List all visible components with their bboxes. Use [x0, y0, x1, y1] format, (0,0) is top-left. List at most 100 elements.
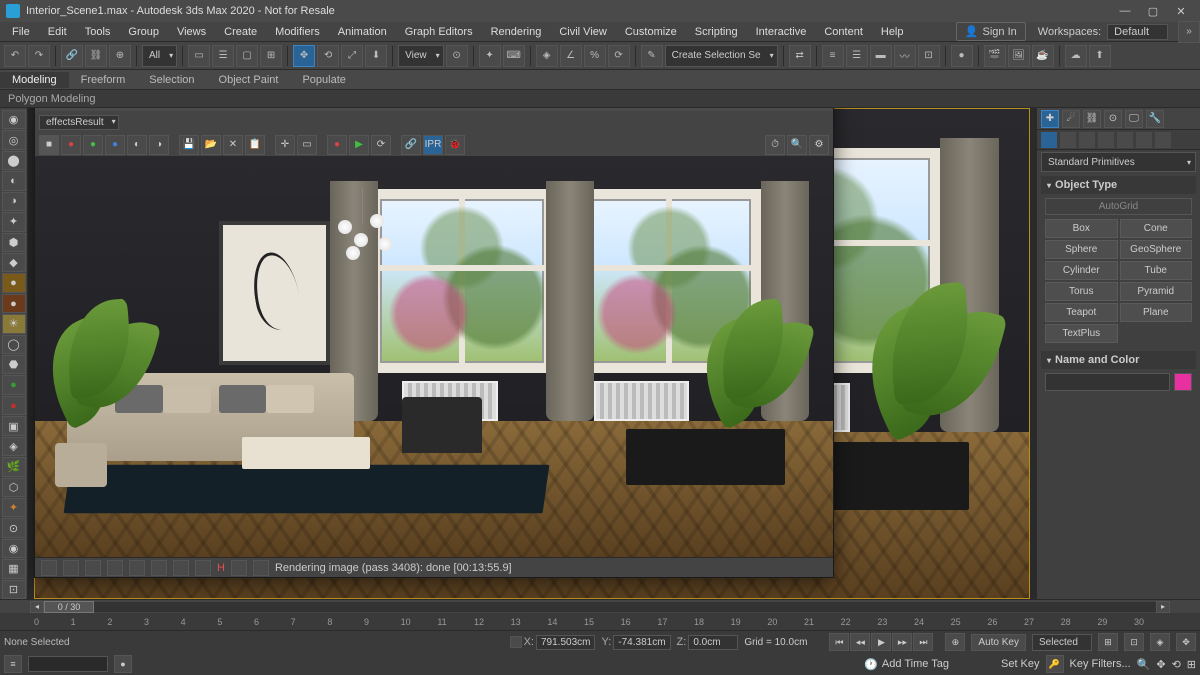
lt-08[interactable]: ◆ [2, 253, 26, 272]
subtab-cameras-icon[interactable] [1098, 132, 1114, 148]
lt-21[interactable]: ⊙ [2, 518, 26, 537]
vfb-render-view[interactable] [35, 157, 833, 557]
vfb-sb-10[interactable] [253, 560, 269, 576]
object-color-swatch[interactable] [1174, 373, 1192, 391]
vfb-sb-6[interactable] [151, 560, 167, 576]
vfb-green-button[interactable]: ● [83, 135, 103, 155]
nav-6[interactable]: ✥ [1156, 658, 1165, 671]
ref-coord-system[interactable]: View [398, 45, 444, 67]
menu-modifiers[interactable]: Modifiers [267, 24, 328, 40]
select-name-button[interactable]: ☰ [212, 45, 234, 67]
time-next-button[interactable]: ▸ [1156, 601, 1170, 613]
vfb-sb-2[interactable] [63, 560, 79, 576]
nav-3[interactable]: ◈ [1150, 633, 1170, 651]
autokey-button[interactable]: Auto Key [971, 634, 1026, 651]
lt-01[interactable]: ◉ [2, 110, 26, 129]
keyfilters-button[interactable]: Key Filters... [1070, 658, 1131, 670]
lt-12[interactable]: ◯ [2, 335, 26, 354]
vfb-blue-button[interactable]: ● [105, 135, 125, 155]
vfb-copy-button[interactable]: 📋 [245, 135, 265, 155]
vfb-ipr-button[interactable]: IPR [423, 135, 443, 155]
vfb-link-button[interactable]: 🔗 [401, 135, 421, 155]
setkey-button[interactable]: Set Key [1001, 658, 1040, 670]
tab-modeling[interactable]: Modeling [0, 72, 69, 88]
vfb-clear-button[interactable]: ✕ [223, 135, 243, 155]
render-prod-button[interactable]: ☕ [1032, 45, 1054, 67]
object-name-input[interactable] [1045, 373, 1170, 391]
vfb-sb-3[interactable] [85, 560, 101, 576]
select-scale-button[interactable]: ⤢ [341, 45, 363, 67]
primitive-teapot[interactable]: Teapot [1045, 303, 1118, 322]
lt-24[interactable]: ⊡ [2, 580, 26, 599]
time-ruler[interactable]: 0123456789101112131415161718192021222324… [0, 613, 1200, 631]
window-crossing-button[interactable]: ⊞ [260, 45, 282, 67]
macro-rec-button[interactable]: ● [114, 655, 132, 673]
nav-4[interactable]: ✥ [1176, 633, 1196, 651]
vfb-load-button[interactable]: 📂 [201, 135, 221, 155]
menu-scripting[interactable]: Scripting [687, 24, 746, 40]
lt-18[interactable]: 🌿 [2, 457, 26, 476]
primitive-plane[interactable]: Plane [1120, 303, 1193, 322]
subtab-helpers-icon[interactable] [1117, 132, 1133, 148]
prev-frame-button[interactable]: ◂◂ [850, 633, 870, 651]
lt-05[interactable]: ◑ [2, 192, 26, 211]
open-a360-button[interactable]: ⬆ [1089, 45, 1111, 67]
time-slider-track[interactable]: 0 / 30 [44, 602, 1156, 612]
selection-filter[interactable]: All [142, 45, 177, 67]
vfb-sb-1[interactable] [41, 560, 57, 576]
goto-start-button[interactable]: ⏮ [829, 633, 849, 651]
primitive-geosphere[interactable]: GeoSphere [1120, 240, 1193, 259]
subtab-shapes-icon[interactable] [1060, 132, 1076, 148]
primitive-pyramid[interactable]: Pyramid [1120, 282, 1193, 301]
tab-create-icon[interactable]: ✚ [1041, 110, 1059, 128]
coord-lock-x[interactable] [510, 636, 522, 648]
vfb-sb-4[interactable] [107, 560, 123, 576]
rendered-frame-button[interactable]: 🖼 [1008, 45, 1030, 67]
maxscript-icon[interactable]: ≡ [4, 655, 22, 673]
nav-1[interactable]: ⊞ [1098, 633, 1118, 651]
vfb-render-button[interactable]: ▶ [349, 135, 369, 155]
next-frame-button[interactable]: ▸▸ [892, 633, 912, 651]
vfb-cc-button[interactable]: ⚙ [809, 135, 829, 155]
subtab-lights-icon[interactable] [1079, 132, 1095, 148]
menu-help[interactable]: Help [873, 24, 912, 40]
rollout-name-color-header[interactable]: Name and Color [1041, 351, 1196, 369]
vfb-region-button[interactable]: ▭ [297, 135, 317, 155]
vfb-red-button[interactable]: ● [61, 135, 81, 155]
key-mode-button[interactable]: ⊕ [945, 633, 965, 651]
rollout-object-type-header[interactable]: Object Type [1041, 176, 1196, 194]
add-time-tag[interactable]: 🕐Add Time Tag [864, 658, 949, 671]
select-object-button[interactable]: ▭ [188, 45, 210, 67]
nav-2[interactable]: ⊡ [1124, 633, 1144, 651]
lt-09[interactable]: ● [2, 273, 26, 292]
lt-20[interactable]: ✦ [2, 498, 26, 517]
lt-07[interactable]: ⬢ [2, 233, 26, 252]
tab-modify-icon[interactable]: ☄ [1062, 110, 1080, 128]
vfb-stop-button[interactable]: ● [327, 135, 347, 155]
unlink-button[interactable]: ⛓ [85, 45, 107, 67]
vfb-history-button[interactable]: ⏱ [765, 135, 785, 155]
primitive-textplus[interactable]: TextPlus [1045, 324, 1118, 343]
tab-hierarchy-icon[interactable]: ⛓ [1083, 110, 1101, 128]
vfb-sb-5[interactable] [129, 560, 145, 576]
menu-views[interactable]: Views [169, 24, 214, 40]
z-value[interactable]: 0.0cm [688, 635, 738, 650]
subtab-spacewarps-icon[interactable] [1136, 132, 1152, 148]
vfb-save-button[interactable]: 💾 [179, 135, 199, 155]
vfb-channel-select[interactable]: effectsResult [39, 115, 119, 130]
edit-named-sel-button[interactable]: ✎ [641, 45, 663, 67]
named-selection-sets[interactable]: Create Selection Se [665, 45, 778, 67]
lt-16[interactable]: ▣ [2, 416, 26, 435]
percent-snap-button[interactable]: % [584, 45, 606, 67]
minimize-button[interactable]: — [1112, 2, 1138, 20]
tab-freeform[interactable]: Freeform [69, 72, 138, 88]
primitive-torus[interactable]: Torus [1045, 282, 1118, 301]
undo-button[interactable]: ↶ [4, 45, 26, 67]
lt-13[interactable]: ⬣ [2, 355, 26, 374]
vfb-trackmouse-button[interactable]: ✛ [275, 135, 295, 155]
signin-button[interactable]: 👤Sign In [956, 22, 1026, 41]
snap-toggle-button[interactable]: ◈ [536, 45, 558, 67]
nav-8[interactable]: ⊞ [1187, 658, 1196, 671]
time-slider-handle[interactable]: 0 / 30 [44, 601, 94, 613]
curve-editor-button[interactable]: 〰 [894, 45, 916, 67]
